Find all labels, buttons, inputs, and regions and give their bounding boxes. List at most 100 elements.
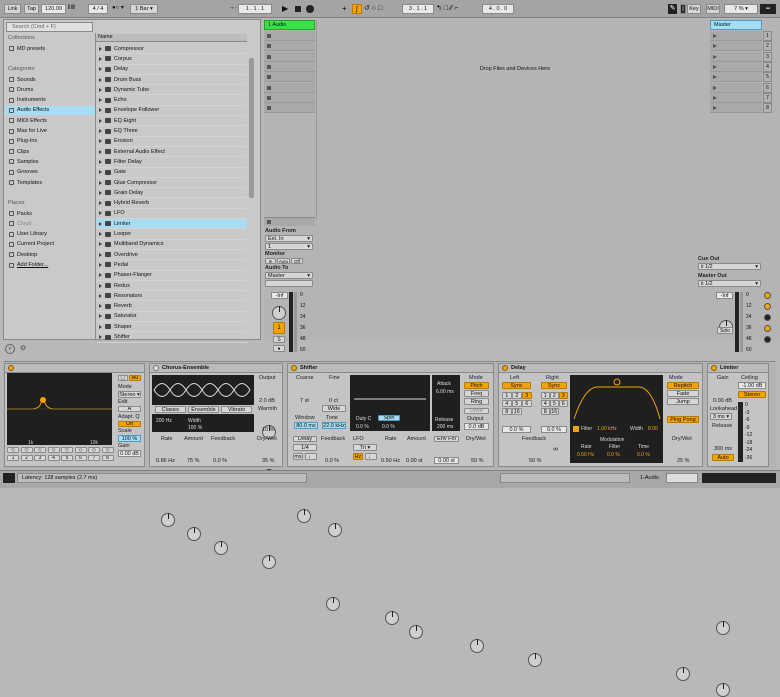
- eq-band-button[interactable]: 4: [47, 455, 60, 461]
- browser-item[interactable]: Delay: [97, 65, 247, 75]
- eq-band-shape[interactable]: ◇: [20, 447, 33, 453]
- eq-band-shape[interactable]: ◇: [7, 447, 19, 453]
- limiter-lookahead-select[interactable]: 3 ms ▾: [710, 413, 732, 420]
- browser-item[interactable]: Overdrive: [97, 250, 247, 261]
- delay-freeze-icon[interactable]: ∞: [553, 446, 558, 453]
- expand-triangle-icon[interactable]: [99, 324, 102, 329]
- expand-triangle-icon[interactable]: [99, 56, 102, 61]
- chorus-mode-vibrato[interactable]: Vibrato: [221, 406, 252, 413]
- delay-left-division[interactable]: 4: [502, 400, 512, 407]
- shifter-ms-button[interactable]: ms: [293, 453, 303, 460]
- master-scene-launch[interactable]: [710, 92, 762, 103]
- master-solo-button[interactable]: Solo: [717, 327, 733, 334]
- chorus-width-value[interactable]: 100 %: [188, 425, 202, 431]
- tap-button[interactable]: Tap: [24, 4, 39, 14]
- expand-triangle-icon[interactable]: [99, 87, 102, 92]
- eq-band-button[interactable]: 7: [88, 455, 100, 461]
- delay-left-division[interactable]: 8: [502, 408, 512, 415]
- scene-number[interactable]: 3: [763, 51, 772, 62]
- clip-slot[interactable]: [264, 72, 315, 83]
- eq-band-shape[interactable]: ◇: [74, 447, 87, 453]
- clip-slot[interactable]: [264, 41, 315, 52]
- eq-power-icon[interactable]: [8, 365, 14, 371]
- delay-mode-fade[interactable]: Fade: [667, 390, 699, 397]
- delay-right-sync[interactable]: Sync: [541, 382, 567, 389]
- delay-right-division[interactable]: 6: [559, 400, 568, 407]
- stop-icon[interactable]: [295, 6, 301, 12]
- shifter-power-icon[interactable]: [291, 365, 297, 371]
- browser-item[interactable]: EQ Three: [97, 126, 247, 137]
- expand-triangle-icon[interactable]: [99, 201, 102, 206]
- eq-band-shape[interactable]: ◇: [47, 447, 60, 453]
- delay-left-division[interactable]: 6: [522, 400, 532, 407]
- chorus-amount-knob[interactable]: [187, 527, 201, 541]
- audio-from-select[interactable]: Ext. In ▾: [265, 235, 313, 242]
- scene-number[interactable]: 2: [763, 41, 772, 52]
- delay-width-value[interactable]: 8.00: [648, 426, 658, 432]
- expand-triangle-icon[interactable]: [99, 190, 102, 195]
- automation-arm-icon[interactable]: ∫: [352, 4, 362, 14]
- shifter-wide-button[interactable]: Wide: [322, 405, 346, 412]
- status-toggle-icon[interactable]: [3, 473, 15, 483]
- browser-item[interactable]: External Audio Effect: [97, 147, 247, 158]
- shifter-fine-knob[interactable]: [328, 523, 342, 537]
- category-midi-effects[interactable]: MIDI Effects: [5, 116, 95, 125]
- eq-scale-field[interactable]: 100 %: [118, 435, 141, 442]
- play-icon[interactable]: ▶: [282, 4, 291, 14]
- delay-feedback-knob[interactable]: [528, 653, 542, 667]
- track-fader[interactable]: [294, 292, 297, 352]
- expand-triangle-icon[interactable]: [99, 46, 102, 51]
- eq-band-shape[interactable]: ◇: [88, 447, 100, 453]
- delay-left-offset[interactable]: 0.0 %: [502, 426, 531, 433]
- category-instruments[interactable]: Instruments: [5, 96, 95, 105]
- groove-pool-icon[interactable]: ⊙: [18, 344, 28, 354]
- browser-item[interactable]: Grain Delay: [97, 188, 247, 199]
- eq-audition-button[interactable]: Au: [129, 375, 141, 381]
- eq-gain-field[interactable]: 0.00 dB: [118, 450, 141, 457]
- category-sounds[interactable]: Sounds: [5, 75, 95, 84]
- status-overview[interactable]: [702, 473, 776, 483]
- audio-to-channel-select[interactable]: [265, 280, 313, 287]
- chorus-mode-ensemble[interactable]: Ensemble: [188, 406, 219, 413]
- track-arm-button[interactable]: ●: [273, 345, 285, 352]
- expand-triangle-icon[interactable]: [99, 221, 102, 226]
- delay-ping-pong-button[interactable]: Ping Pong: [667, 416, 699, 423]
- nudge-icon[interactable]: ‖‖‖: [68, 5, 82, 13]
- collection-md-presets[interactable]: MD presets: [5, 44, 95, 53]
- master-fader[interactable]: [740, 292, 743, 352]
- expand-triangle-icon[interactable]: [99, 180, 102, 185]
- expand-triangle-icon[interactable]: [99, 139, 102, 144]
- delay-right-division[interactable]: 1: [541, 392, 550, 399]
- expand-triangle-icon[interactable]: [99, 118, 102, 123]
- delay-left-division[interactable]: 16: [512, 408, 522, 415]
- limiter-ceiling-field[interactable]: -1.00 dB: [738, 382, 766, 389]
- side-indicator-icon[interactable]: [764, 336, 771, 343]
- browser-search-input[interactable]: Search (Cmd + F): [6, 22, 93, 32]
- place-user-library[interactable]: User Library: [5, 230, 95, 239]
- place-add-folder-[interactable]: Add Folder...: [5, 261, 95, 270]
- delay-right-division[interactable]: 16: [550, 408, 559, 415]
- delay-left-division[interactable]: 2: [512, 392, 522, 399]
- key-map-button[interactable]: Key: [687, 4, 701, 14]
- expand-triangle-icon[interactable]: [99, 283, 102, 288]
- track-header-1-audio[interactable]: 1 Audio: [264, 20, 315, 30]
- loop-start[interactable]: 3 . 1 . 1: [402, 4, 434, 14]
- master-scene-launch[interactable]: [710, 61, 762, 72]
- category-max-for-live[interactable]: Max for Live: [5, 127, 95, 136]
- limiter-auto-button[interactable]: Auto: [712, 454, 734, 461]
- side-indicator-icon[interactable]: [764, 314, 771, 321]
- scene-number[interactable]: 5: [763, 72, 772, 83]
- category-clips[interactable]: Clips: [5, 147, 95, 156]
- limiter-gain-knob[interactable]: [716, 621, 730, 635]
- delay-filter-toggle[interactable]: [573, 426, 579, 432]
- delay-power-icon[interactable]: [502, 365, 508, 371]
- chorus-mode-classic[interactable]: Classic: [155, 406, 186, 413]
- master-track-header[interactable]: Master: [710, 20, 762, 30]
- track-solo-button[interactable]: S: [273, 336, 285, 343]
- chorus-drywet-knob[interactable]: [262, 555, 276, 569]
- shifter-env-amount-field[interactable]: 0.00 st: [434, 457, 459, 464]
- master-volume-field[interactable]: -Inf: [716, 292, 733, 299]
- song-position[interactable]: 1 . 1 . 1: [238, 4, 272, 14]
- browser-item[interactable]: Reverb: [97, 302, 247, 312]
- track-activator-button[interactable]: 1: [273, 322, 285, 334]
